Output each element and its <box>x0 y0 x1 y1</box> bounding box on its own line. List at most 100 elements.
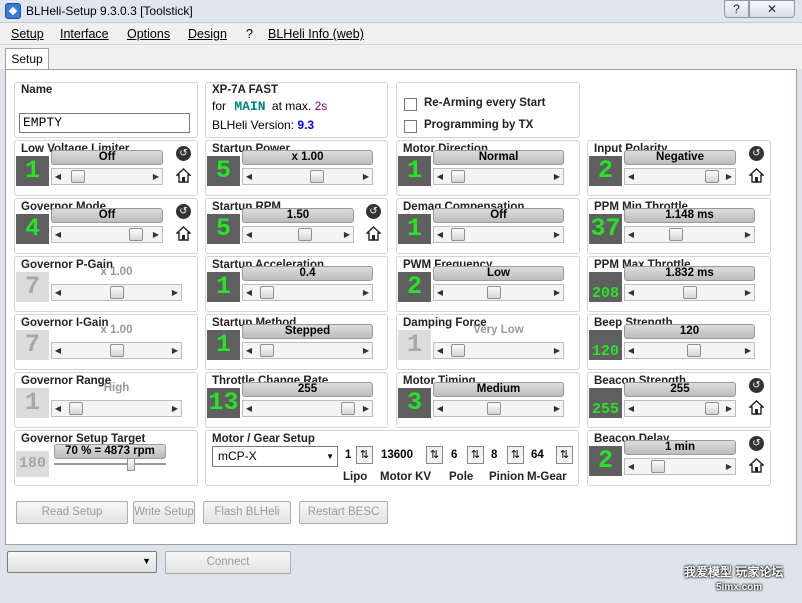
house-icon[interactable] <box>176 226 191 241</box>
reset-icon[interactable]: ↺ <box>749 436 764 451</box>
slider-thumb[interactable] <box>341 402 356 415</box>
slider-left-arrow-icon[interactable]: ◀ <box>52 169 64 184</box>
slider-left-arrow-icon[interactable]: ◀ <box>52 343 64 358</box>
house-icon[interactable] <box>749 458 764 473</box>
startup-rpm-slider[interactable]: ◀ ▶ <box>242 226 354 243</box>
house-icon[interactable] <box>749 400 764 415</box>
damping-force-slider[interactable]: ◀ ▶ <box>433 342 564 359</box>
slider-right-arrow-icon[interactable]: ▶ <box>551 343 563 358</box>
connect-button[interactable]: Connect <box>165 551 291 574</box>
beacon-delay-slider[interactable]: ◀ ▶ <box>624 458 736 475</box>
slider-left-arrow-icon[interactable]: ◀ <box>243 169 255 184</box>
slider-right-arrow-icon[interactable]: ▶ <box>150 227 162 242</box>
slider-right-arrow-icon[interactable]: ▶ <box>723 169 735 184</box>
governor-i-gain-slider[interactable]: ◀ ▶ <box>51 342 182 359</box>
slider-thumb[interactable] <box>450 344 465 357</box>
programming-checkbox[interactable] <box>404 120 417 133</box>
startup-method-slider[interactable]: ◀ ▶ <box>242 342 373 359</box>
reset-icon[interactable]: ↺ <box>176 204 191 219</box>
slider-thumb[interactable] <box>71 170 86 183</box>
governor-range-slider[interactable]: ◀ ▶ <box>51 400 182 417</box>
slider-right-arrow-icon[interactable]: ▶ <box>551 401 563 416</box>
ppm-min-throttle-slider[interactable]: ◀ ▶ <box>624 226 755 243</box>
slider-left-arrow-icon[interactable]: ◀ <box>434 401 446 416</box>
slider-thumb[interactable] <box>486 286 501 299</box>
slider-left-arrow-icon[interactable]: ◀ <box>434 169 446 184</box>
menu-options[interactable]: Options <box>127 27 170 41</box>
read-setup-button[interactable]: Read Setup <box>16 501 128 524</box>
startup-power-slider[interactable]: ◀ ▶ <box>242 168 373 185</box>
house-icon[interactable] <box>749 168 764 183</box>
slider-thumb[interactable] <box>309 170 324 183</box>
tab-setup[interactable]: Setup <box>5 48 49 70</box>
pwm-frequency-slider[interactable]: ◀ ▶ <box>433 284 564 301</box>
slider-thumb[interactable] <box>450 228 465 241</box>
rearm-checkbox[interactable] <box>404 98 417 111</box>
slider-thumb[interactable] <box>128 228 143 241</box>
port-select[interactable]: ▼ <box>7 551 157 573</box>
slider-right-arrow-icon[interactable]: ▶ <box>551 285 563 300</box>
slider-thumb[interactable] <box>109 286 124 299</box>
slider-thumb[interactable] <box>450 170 465 183</box>
help-window-button[interactable]: ? <box>724 0 749 18</box>
slider-right-arrow-icon[interactable]: ▶ <box>551 169 563 184</box>
pole-spin-arrows-icon[interactable]: ⇅ <box>467 446 484 464</box>
low-voltage-limiter-slider[interactable]: ◀ ▶ <box>51 168 163 185</box>
slider-right-arrow-icon[interactable]: ▶ <box>150 169 162 184</box>
slider-right-arrow-icon[interactable]: ▶ <box>723 459 735 474</box>
slider-right-arrow-icon[interactable]: ▶ <box>742 227 754 242</box>
slider-right-arrow-icon[interactable]: ▶ <box>551 227 563 242</box>
slider-thumb[interactable] <box>486 402 501 415</box>
slider-left-arrow-icon[interactable]: ◀ <box>625 343 637 358</box>
slider-thumb[interactable] <box>682 286 697 299</box>
slider-thumb[interactable] <box>259 286 274 299</box>
m-gear-spin-arrows-icon[interactable]: ⇅ <box>556 446 573 464</box>
slider-thumb[interactable] <box>705 170 720 183</box>
slider-left-arrow-icon[interactable]: ◀ <box>52 285 64 300</box>
slider-right-arrow-icon[interactable]: ▶ <box>742 285 754 300</box>
slider-left-arrow-icon[interactable]: ◀ <box>625 401 637 416</box>
reset-icon[interactable]: ↺ <box>749 146 764 161</box>
house-icon[interactable] <box>176 168 191 183</box>
slider-right-arrow-icon[interactable]: ▶ <box>360 401 372 416</box>
house-icon[interactable] <box>366 226 381 241</box>
slider-right-arrow-icon[interactable]: ▶ <box>169 343 181 358</box>
slider-right-arrow-icon[interactable]: ▶ <box>360 285 372 300</box>
slider-left-arrow-icon[interactable]: ◀ <box>52 401 64 416</box>
write-setup-button[interactable]: Write Setup <box>133 501 195 524</box>
slider-left-arrow-icon[interactable]: ◀ <box>434 343 446 358</box>
slider-right-arrow-icon[interactable]: ▶ <box>742 343 754 358</box>
startup-acceleration-slider[interactable]: ◀ ▶ <box>242 284 373 301</box>
demag-compensation-slider[interactable]: ◀ ▶ <box>433 226 564 243</box>
restart-besc-button[interactable]: Restart BESC <box>299 501 388 524</box>
menu-question[interactable]: ? <box>246 27 253 41</box>
menu-blheli-info[interactable]: BLHeli Info (web) <box>268 27 364 41</box>
flash-blheli-button[interactable]: Flash BLHeli <box>203 501 291 524</box>
reset-icon[interactable]: ↺ <box>176 146 191 161</box>
governor-mode-slider[interactable]: ◀ ▶ <box>51 226 163 243</box>
reset-icon[interactable]: ↺ <box>749 378 764 393</box>
slider-right-arrow-icon[interactable]: ▶ <box>360 343 372 358</box>
lipo-spin-arrows-icon[interactable]: ⇅ <box>356 446 373 464</box>
slider-thumb[interactable] <box>68 402 83 415</box>
slider-left-arrow-icon[interactable]: ◀ <box>625 285 637 300</box>
slider-right-arrow-icon[interactable]: ▶ <box>360 169 372 184</box>
governor-target-slider[interactable] <box>126 458 135 471</box>
slider-right-arrow-icon[interactable]: ▶ <box>341 227 353 242</box>
close-window-button[interactable]: ✕ <box>749 0 795 18</box>
slider-left-arrow-icon[interactable]: ◀ <box>243 343 255 358</box>
pinion-spin-arrows-icon[interactable]: ⇅ <box>507 446 524 464</box>
name-input[interactable]: EMPTY <box>19 113 190 133</box>
input-polarity-slider[interactable]: ◀ ▶ <box>624 168 736 185</box>
motor-kv-spin-arrows-icon[interactable]: ⇅ <box>426 446 443 464</box>
menu-interface[interactable]: Interface <box>60 27 109 41</box>
slider-right-arrow-icon[interactable]: ▶ <box>723 401 735 416</box>
slider-thumb[interactable] <box>298 228 313 241</box>
ppm-max-throttle-slider[interactable]: ◀ ▶ <box>624 284 755 301</box>
slider-thumb[interactable] <box>259 344 274 357</box>
slider-thumb[interactable] <box>651 460 666 473</box>
throttle-change-rate-slider[interactable]: ◀ ▶ <box>242 400 373 417</box>
slider-left-arrow-icon[interactable]: ◀ <box>625 227 637 242</box>
beacon-strength-slider[interactable]: ◀ ▶ <box>624 400 736 417</box>
slider-thumb[interactable] <box>109 344 124 357</box>
